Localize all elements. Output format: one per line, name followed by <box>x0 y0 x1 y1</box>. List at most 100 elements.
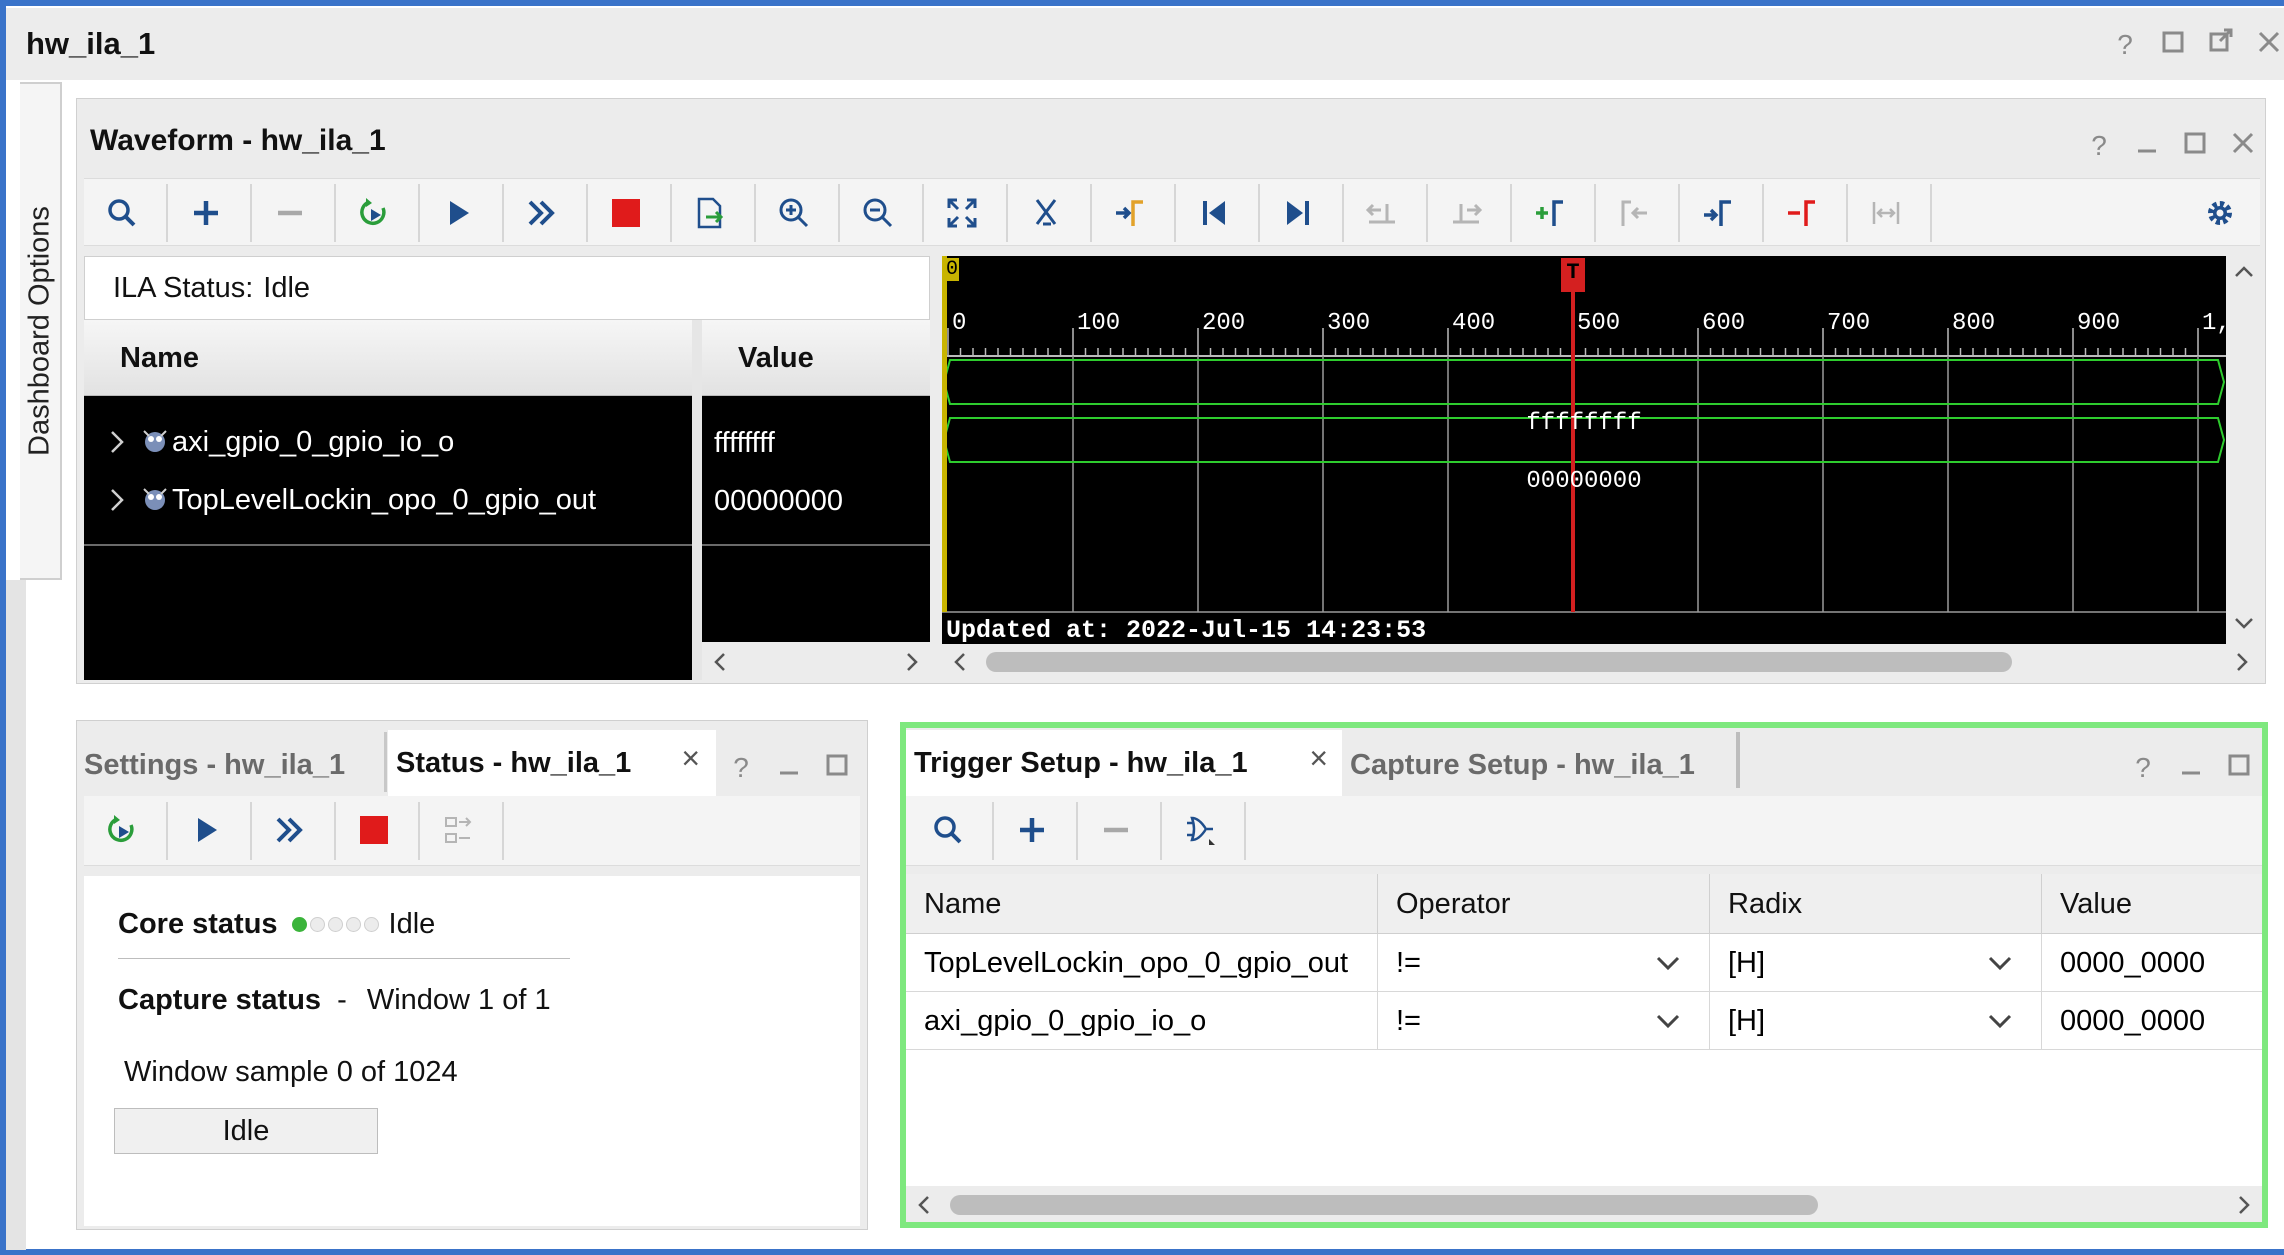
trigger-hscrollbar[interactable] <box>906 1188 2262 1222</box>
run-trigger-immediate-icon[interactable] <box>94 802 150 858</box>
close-icon[interactable] <box>2254 29 2284 61</box>
next-transition-icon[interactable] <box>1438 185 1494 241</box>
scroll-up-icon[interactable] <box>2232 262 2256 287</box>
table-row[interactable]: axi_gpio_0_gpio_io_o != [H] 0000_0000 <box>906 992 2262 1050</box>
minimize-icon[interactable] <box>2132 130 2162 162</box>
close-icon[interactable] <box>2228 130 2258 162</box>
stop-icon[interactable] <box>346 802 402 858</box>
scroll-down-icon[interactable] <box>2232 613 2256 638</box>
maximize-icon[interactable] <box>2158 29 2188 61</box>
scrollbar-thumb[interactable] <box>950 1195 1818 1215</box>
go-to-trigger-icon[interactable] <box>1102 185 1158 241</box>
chevron-down-icon[interactable] <box>1655 1008 1681 1034</box>
scroll-right-icon[interactable] <box>2234 1193 2254 1222</box>
waveform-toolbar <box>84 178 2260 246</box>
column-splitter[interactable] <box>692 320 702 680</box>
value-header-label: Value <box>738 342 814 374</box>
signal-row[interactable]: TopLevelLockin_opo_0_gpio_out <box>84 472 692 530</box>
trigger-marker[interactable]: T <box>1561 258 1585 292</box>
operator-select[interactable]: != <box>1378 934 1710 992</box>
run-trigger-immediate-icon[interactable] <box>346 185 402 241</box>
column-header-value[interactable]: Value <box>2042 874 2262 934</box>
scroll-left-icon[interactable] <box>914 1193 934 1222</box>
delete-marker-icon[interactable] <box>1774 185 1830 241</box>
scroll-right-icon[interactable] <box>2232 650 2252 679</box>
add-marker-icon[interactable] <box>1522 185 1578 241</box>
add-icon[interactable] <box>1004 802 1060 858</box>
trigger-table-header: Name Operator Radix Value <box>906 874 2262 934</box>
dashboard-options-tab[interactable]: Dashboard Options <box>20 82 62 580</box>
go-to-start-icon[interactable] <box>1186 185 1242 241</box>
chevron-down-icon[interactable] <box>1987 1008 2013 1034</box>
tab-close-icon[interactable]: × <box>1309 740 1328 777</box>
stop-icon[interactable] <box>598 185 654 241</box>
maximize-icon[interactable] <box>2180 130 2210 162</box>
settings-icon[interactable] <box>2192 185 2248 241</box>
operator-select[interactable]: != <box>1378 992 1710 1050</box>
waveform-canvas[interactable]: 0 T 0 100 200 300 400 500 600 700 800 900 1, fffff… <box>942 256 2226 644</box>
trigger-value-field[interactable]: 0000_0000 <box>2042 934 2262 992</box>
help-icon[interactable]: ? <box>2084 130 2114 162</box>
expand-chevron-icon[interactable] <box>108 428 126 464</box>
remove-icon[interactable] <box>1088 802 1144 858</box>
trigger-value-field[interactable]: 0000_0000 <box>2042 992 2262 1050</box>
help-icon[interactable]: ? <box>2128 752 2158 784</box>
prev-transition-icon[interactable] <box>1354 185 1410 241</box>
waveform-vscrollbar[interactable] <box>2226 256 2260 644</box>
chevron-down-icon[interactable] <box>1987 950 2013 976</box>
prev-marker-icon[interactable] <box>1606 185 1662 241</box>
chevron-down-icon[interactable] <box>1655 950 1681 976</box>
export-icon[interactable] <box>682 185 738 241</box>
tab-settings[interactable]: Settings - hw_ila_1 <box>80 736 380 794</box>
disabled-icon[interactable] <box>430 802 486 858</box>
scroll-left-icon[interactable] <box>950 650 970 679</box>
table-row[interactable]: TopLevelLockin_opo_0_gpio_out != [H] 000… <box>906 934 2262 992</box>
waveform-hscrollbar[interactable] <box>942 644 2260 680</box>
run-trigger-icon[interactable] <box>430 185 486 241</box>
signal-row[interactable]: axi_gpio_0_gpio_io_o <box>84 414 692 472</box>
auto-retrigger-icon[interactable] <box>514 185 570 241</box>
scroll-left-icon[interactable] <box>710 650 730 679</box>
swap-cursors-icon[interactable] <box>1858 185 1914 241</box>
zoom-fit-icon[interactable] <box>934 185 990 241</box>
help-icon[interactable]: ? <box>2110 29 2140 61</box>
help-icon[interactable]: ? <box>726 752 756 784</box>
tab-close-icon[interactable]: × <box>681 740 700 777</box>
maximize-icon[interactable] <box>822 752 852 784</box>
expand-chevron-icon[interactable] <box>108 486 126 522</box>
status-dot <box>309 917 325 932</box>
add-icon[interactable] <box>178 185 234 241</box>
search-icon[interactable] <box>94 185 150 241</box>
auto-retrigger-icon[interactable] <box>262 802 318 858</box>
radix-select[interactable]: [H] <box>1710 992 2042 1050</box>
zoom-in-icon[interactable] <box>766 185 822 241</box>
outer-titlebar <box>6 8 2284 80</box>
zoom-out-icon[interactable] <box>850 185 906 241</box>
radix-select[interactable]: [H] <box>1710 934 2042 992</box>
cursor-tool-icon[interactable] <box>1018 185 1074 241</box>
name-column-header[interactable]: Name <box>84 320 692 396</box>
tab-capture-setup[interactable]: Capture Setup - hw_ila_1 <box>1346 736 1736 794</box>
next-marker-icon[interactable] <box>1690 185 1746 241</box>
maximize-icon[interactable] <box>2224 752 2254 784</box>
trigger-line[interactable] <box>1571 286 1575 612</box>
minimize-icon[interactable] <box>774 752 804 784</box>
column-header-name[interactable]: Name <box>906 874 1378 934</box>
core-status-row: Core status Idle <box>118 908 435 941</box>
search-icon[interactable] <box>920 802 976 858</box>
scrollbar-thumb[interactable] <box>986 652 2012 672</box>
tab-status[interactable]: Status - hw_ila_1 × <box>388 730 716 796</box>
minimize-icon[interactable] <box>2176 752 2206 784</box>
column-header-radix[interactable]: Radix <box>1710 874 2042 934</box>
value-hscrollbar[interactable] <box>702 644 930 680</box>
scroll-right-icon[interactable] <box>902 650 922 679</box>
logic-gate-icon[interactable] <box>1172 802 1228 858</box>
column-header-operator[interactable]: Operator <box>1378 874 1710 934</box>
run-trigger-icon[interactable] <box>178 802 234 858</box>
float-icon[interactable] <box>2206 28 2236 61</box>
trigger-window-controls: ? <box>2128 752 2254 784</box>
go-to-end-icon[interactable] <box>1270 185 1326 241</box>
value-column-header[interactable]: Value <box>702 320 930 396</box>
remove-icon[interactable] <box>262 185 318 241</box>
tab-trigger-setup[interactable]: Trigger Setup - hw_ila_1 × <box>906 730 1342 796</box>
